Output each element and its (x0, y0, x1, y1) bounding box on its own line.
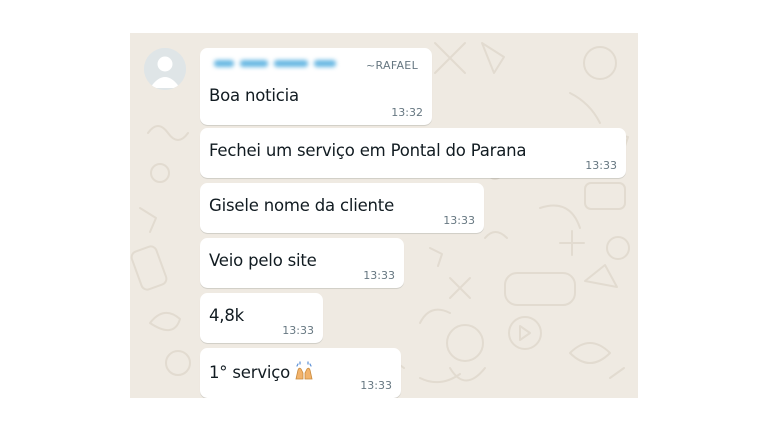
message-text: 4,8k (209, 306, 244, 325)
message-bubble-1[interactable]: ~RAFAEL Boa noticia 13:32 (200, 48, 432, 125)
message-bubble-3[interactable]: Gisele nome da cliente 13:33 (200, 183, 484, 233)
message-text: Fechei um serviço em Pontal do Parana (209, 141, 527, 160)
message-time: 13:33 (360, 379, 392, 392)
message-bubble-6[interactable]: 1° serviço 13:33 (200, 348, 401, 398)
message-text-row: 1° serviço (209, 361, 314, 385)
message-text: Gisele nome da cliente (209, 196, 395, 215)
sender-avatar[interactable] (144, 48, 186, 90)
message-text: Boa noticia (209, 86, 299, 105)
message-bubble-4[interactable]: Veio pelo site 13:33 (200, 238, 404, 288)
raising-hands-emoji-icon (294, 361, 314, 385)
default-user-avatar-icon (144, 48, 186, 90)
message-text: 1° serviço (209, 363, 291, 382)
message-text: Veio pelo site (209, 251, 317, 270)
message-time: 13:33 (363, 269, 395, 282)
message-time: 13:32 (391, 106, 423, 119)
sender-name: ~RAFAEL (366, 59, 418, 72)
message-time: 13:33 (282, 324, 314, 337)
message-time: 13:33 (585, 159, 617, 172)
chat-conversation-area[interactable]: ~RAFAEL Boa noticia 13:32 Fechei um serv… (130, 33, 638, 398)
message-bubble-2[interactable]: Fechei um serviço em Pontal do Parana 13… (200, 128, 626, 178)
message-time: 13:33 (443, 214, 475, 227)
sender-phone-blurred (214, 57, 340, 70)
message-bubble-5[interactable]: 4,8k 13:33 (200, 293, 323, 343)
